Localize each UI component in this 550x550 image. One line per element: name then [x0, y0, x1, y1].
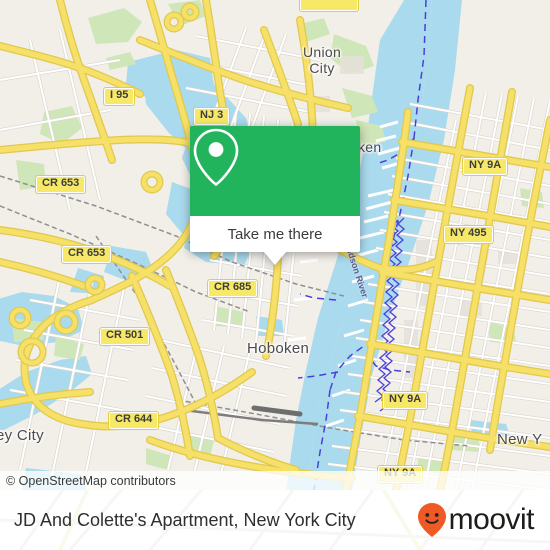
osm-attribution-bar: © OpenStreetMap contributors — [0, 471, 550, 490]
shield-cr-653-lower: CR 653 — [60, 245, 113, 264]
popup-pointer-tail — [264, 252, 286, 265]
popup-header — [190, 126, 360, 216]
moovit-pin-icon — [417, 503, 446, 537]
shield-ny-495: NY 495 — [443, 225, 494, 244]
shield-i-95: I 95 — [102, 87, 136, 106]
shield-cr-653-upper: CR 653 — [34, 175, 87, 194]
moovit-wordmark: moovit — [448, 503, 535, 536]
shield-cr-644: CR 644 — [107, 411, 160, 430]
shield-cr-685: CR 685 — [206, 279, 259, 298]
page-title: JD And Colette's Apartment, New York Cit… — [14, 509, 356, 530]
moovit-logo[interactable]: moovit — [417, 502, 535, 538]
shield-ny-9a-north: NY 9A — [461, 157, 509, 176]
take-me-there-button[interactable]: Take me there — [190, 216, 360, 252]
footer-bar: JD And Colette's Apartment, New York Cit… — [0, 490, 550, 550]
shield-ny-9a-mid: NY 9A — [381, 391, 429, 410]
shield-cutoff-top — [299, 0, 359, 12]
map-pin-icon — [193, 128, 239, 187]
shield-cr-501: CR 501 — [98, 327, 151, 346]
osm-attribution-text: © OpenStreetMap contributors — [6, 473, 176, 488]
map-canvas[interactable]: Union City ken Hoboken ey City New Y Hud… — [0, 0, 550, 490]
location-popup-card[interactable]: Take me there — [190, 126, 360, 265]
take-me-there-label: Take me there — [227, 225, 323, 243]
shield-nj-3: NJ 3 — [192, 107, 231, 126]
moovit-map-screen: Union City ken Hoboken ey City New Y Hud… — [0, 0, 550, 550]
